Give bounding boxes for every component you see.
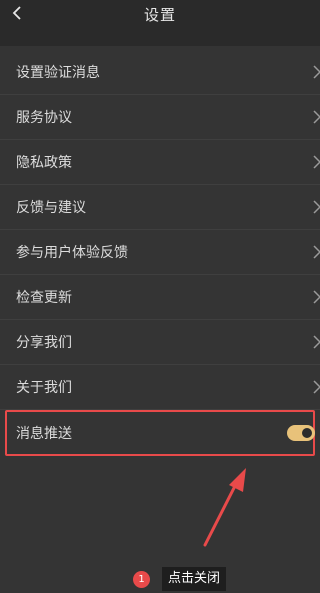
settings-item-label: 消息推送 [16,426,72,442]
settings-item-label: 反馈与建议 [16,200,86,216]
step-instruction: 点击关闭 [162,567,227,591]
chevron-right-icon [313,155,320,169]
settings-item-privacy-policy[interactable]: 隐私政策 [0,140,320,185]
chevron-right-icon [313,245,320,259]
push-toggle[interactable] [287,425,315,441]
settings-screen: 设置 设置验证消息 服务协议 隐私政策 反馈与建议 参与用户体验反馈 检查更新 … [0,0,320,593]
chevron-right-icon [313,290,320,304]
settings-item-label: 隐私政策 [16,155,72,171]
settings-item-check-update[interactable]: 检查更新 [0,275,320,320]
chevron-right-icon [313,110,320,124]
step-number-badge: 1 [133,571,150,588]
settings-item-about[interactable]: 关于我们 [0,365,320,410]
settings-item-label: 检查更新 [16,290,72,306]
settings-item-share[interactable]: 分享我们 [0,320,320,365]
settings-item-service-agreement[interactable]: 服务协议 [0,95,320,140]
toggle-knob [300,426,314,440]
top-bar: 设置 [0,0,320,46]
settings-item-label: 关于我们 [16,380,72,396]
settings-item-push-notification[interactable]: 消息推送 [5,410,315,456]
chevron-right-icon [313,335,320,349]
chevron-right-icon [313,65,320,79]
page-title: 设置 [143,6,176,24]
settings-item-label: 参与用户体验反馈 [16,245,128,261]
settings-item-verification-message[interactable]: 设置验证消息 [0,50,320,95]
settings-item-feedback[interactable]: 反馈与建议 [0,185,320,230]
settings-item-label: 服务协议 [16,110,72,126]
settings-item-label: 分享我们 [16,335,72,351]
settings-item-user-experience[interactable]: 参与用户体验反馈 [0,230,320,275]
chevron-right-icon [313,380,320,394]
chevron-right-icon [313,200,320,214]
settings-list: 设置验证消息 服务协议 隐私政策 反馈与建议 参与用户体验反馈 检查更新 分享我… [0,50,320,456]
settings-item-label: 设置验证消息 [16,65,100,81]
